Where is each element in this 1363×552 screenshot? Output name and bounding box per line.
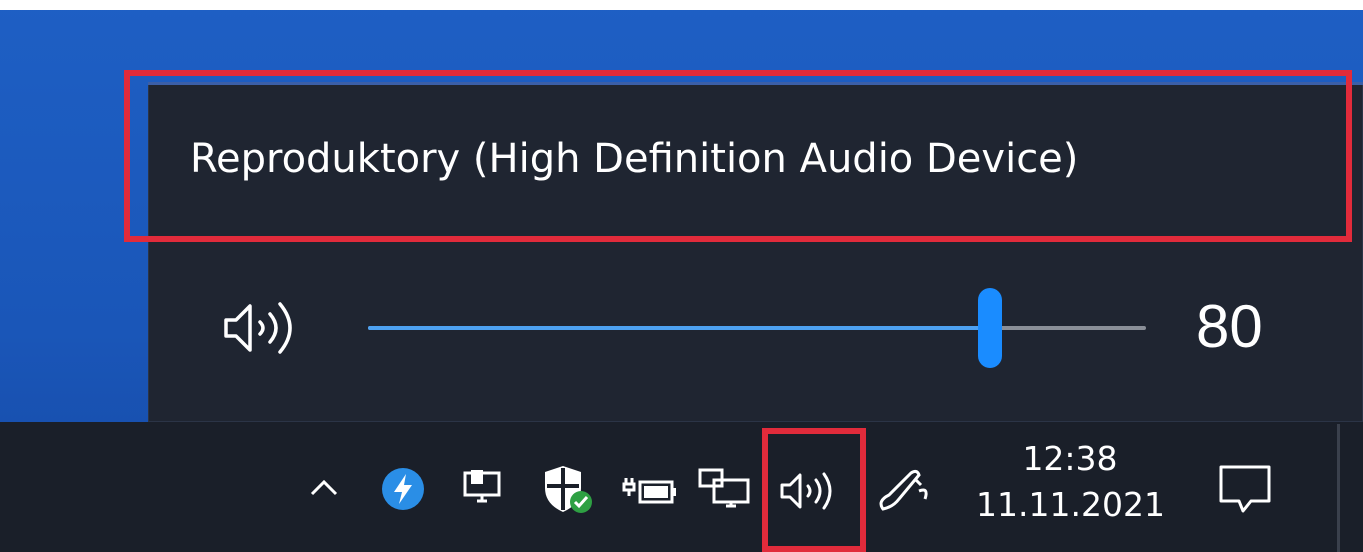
- battery-icon[interactable]: [620, 468, 680, 512]
- clock-time: 12:38: [1022, 439, 1118, 478]
- pen-icon[interactable]: [872, 464, 938, 520]
- clock-date: 11.11.2021: [976, 485, 1165, 524]
- volume-value: 80: [1196, 293, 1263, 360]
- volume-slider[interactable]: [368, 288, 1146, 368]
- desktop-top-edge: [0, 0, 1363, 10]
- speaker-tray-highlight-box: [762, 428, 866, 552]
- taskbar-divider: [1337, 424, 1340, 552]
- chevron-up-icon[interactable]: [302, 466, 346, 510]
- taskbar-clock[interactable]: 12:38 11.11.2021: [976, 438, 1165, 530]
- speaker-icon[interactable]: [222, 298, 312, 358]
- volume-slider-thumb[interactable]: [978, 288, 1003, 368]
- action-center-icon[interactable]: [1212, 458, 1278, 524]
- device-highlight-box: [124, 70, 1352, 242]
- security-shield-icon[interactable]: [538, 462, 596, 516]
- network-wired-icon[interactable]: [696, 466, 756, 512]
- network-icon[interactable]: [458, 466, 510, 512]
- sync-app-icon[interactable]: [378, 464, 428, 514]
- volume-slider-fill: [368, 326, 991, 330]
